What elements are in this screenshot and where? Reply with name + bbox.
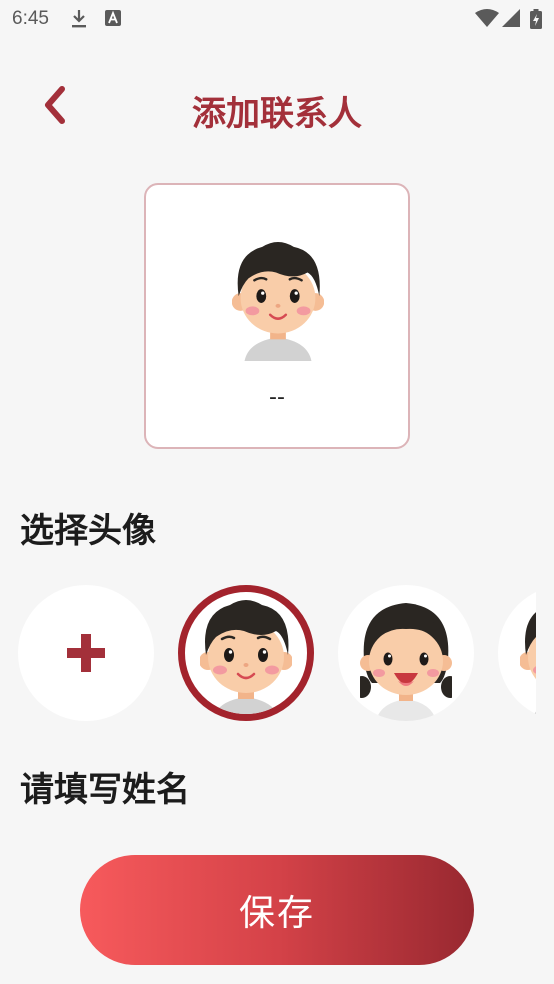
save-button[interactable]: 保存	[80, 855, 474, 965]
preview-avatar	[232, 240, 324, 361]
download-icon	[72, 10, 86, 28]
signal-icon	[502, 9, 520, 27]
battery-icon	[530, 9, 542, 29]
avatar-option-boy-2[interactable]	[498, 585, 536, 721]
plus-icon	[67, 634, 105, 672]
avatar-options-row[interactable]	[0, 584, 536, 722]
name-section-title: 请填写姓名	[20, 770, 190, 810]
boy-avatar	[200, 598, 292, 714]
status-time: 6:45	[12, 8, 49, 29]
girl-avatar	[360, 603, 452, 721]
page-title: 添加联系人	[192, 94, 362, 134]
contact-preview-card: --	[144, 183, 410, 449]
avatar-option-girl[interactable]	[338, 585, 474, 721]
status-bar: 6:45	[0, 0, 554, 38]
text-a-icon	[105, 10, 121, 26]
boy-avatar	[520, 598, 536, 721]
save-button-label: 保存	[238, 893, 315, 934]
avatar-option-boy[interactable]	[178, 585, 314, 721]
choose-avatar-title: 选择头像	[20, 511, 156, 551]
preview-name: --	[269, 385, 285, 410]
add-avatar-button[interactable]	[18, 585, 154, 721]
wifi-icon	[475, 9, 499, 27]
